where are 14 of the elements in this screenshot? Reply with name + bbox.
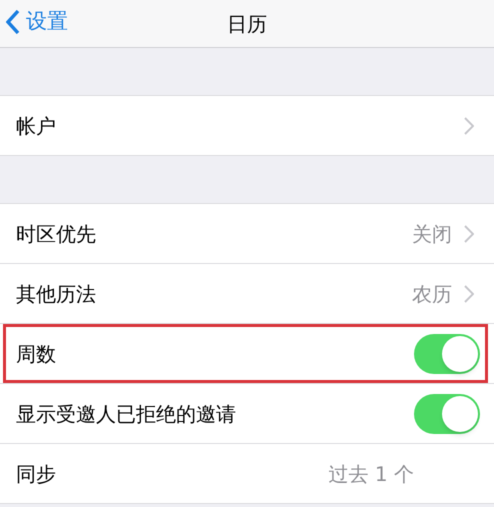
toggle-switch[interactable] bbox=[414, 394, 480, 434]
row-label: 时区优先 bbox=[16, 220, 96, 248]
back-chevron-icon bbox=[6, 8, 20, 35]
row-label: 周数 bbox=[16, 340, 56, 368]
row-value: 关闭 bbox=[412, 220, 452, 248]
row-label: 显示受邀人已拒绝的邀请 bbox=[16, 400, 236, 428]
row-label: 帐户 bbox=[16, 112, 56, 140]
row-label: 其他历法 bbox=[16, 280, 96, 308]
row-label: 同步 bbox=[16, 460, 56, 488]
row-value: 过去 1 个 bbox=[328, 460, 414, 488]
row-value: 农历 bbox=[412, 280, 452, 308]
window-title: 日历 bbox=[227, 10, 267, 38]
toggle-switch[interactable] bbox=[414, 334, 480, 374]
back-button[interactable]: 设置 bbox=[6, 6, 68, 38]
